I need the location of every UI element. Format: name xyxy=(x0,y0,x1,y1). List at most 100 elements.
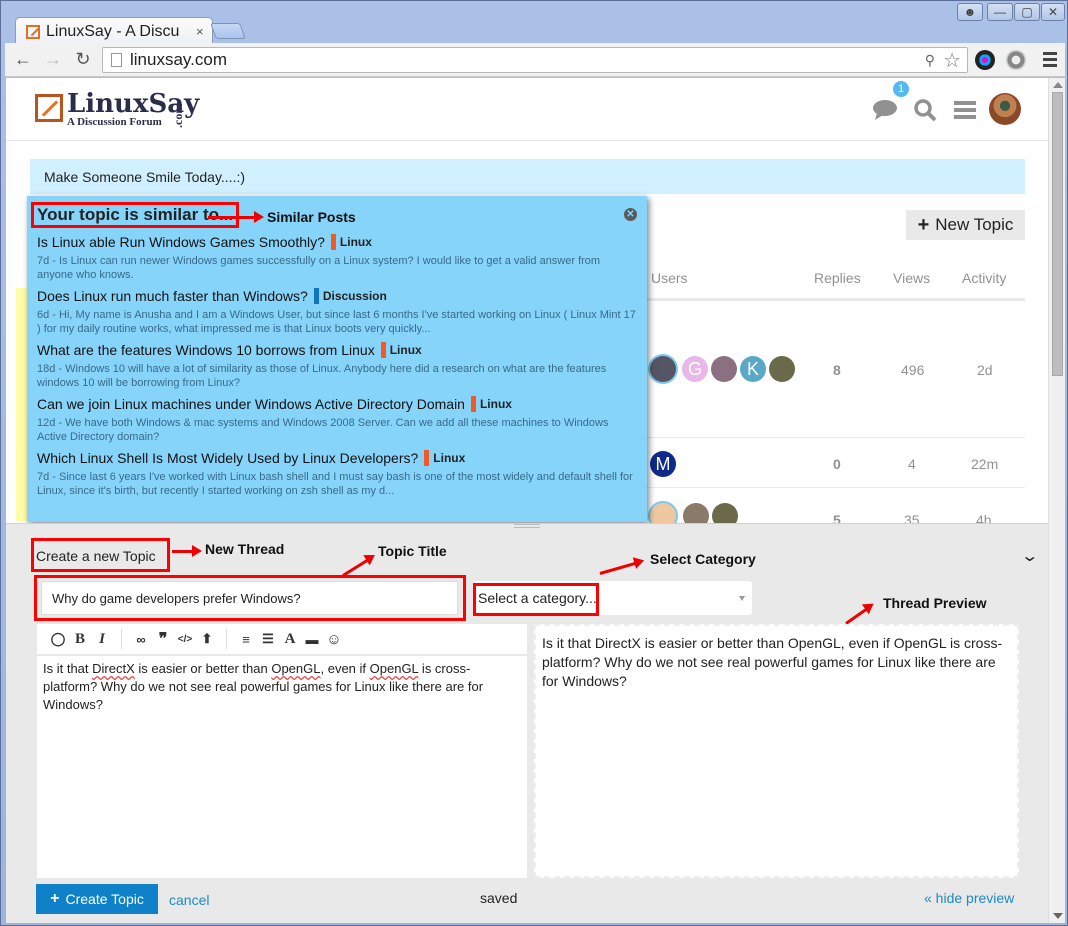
scroll-up-icon[interactable] xyxy=(1053,82,1063,88)
resize-grip[interactable] xyxy=(514,524,540,528)
annotation-arrow xyxy=(172,545,202,557)
user-avatar[interactable] xyxy=(769,356,795,382)
quote-icon[interactable]: ◯ xyxy=(47,631,69,647)
user-avatar[interactable] xyxy=(711,356,737,382)
similar-topic-item[interactable]: Does Linux run much faster than Windows?… xyxy=(37,288,637,336)
link-icon[interactable]: ∞ xyxy=(130,632,152,647)
maximize-button[interactable]: ▢ xyxy=(1014,3,1040,21)
user-avatar[interactable]: G xyxy=(682,356,708,382)
similar-topic-header: Is Linux able Run Windows Games Smoothly… xyxy=(37,234,637,250)
post-body-textarea[interactable]: Is it that DirectX is easier or better t… xyxy=(37,656,527,878)
search-icon[interactable] xyxy=(913,98,937,122)
column-views[interactable]: Views xyxy=(893,270,930,286)
blockquote-icon[interactable]: ❞ xyxy=(152,629,174,649)
italic-icon[interactable]: I xyxy=(91,631,113,648)
toolbar-separator xyxy=(226,629,227,649)
replies-count: 8 xyxy=(833,362,841,378)
category-color-bar xyxy=(330,234,336,250)
category-badge[interactable]: Linux xyxy=(340,235,372,249)
extension-camera-icon[interactable] xyxy=(975,50,995,70)
upload-icon[interactable]: ⬆ xyxy=(196,631,218,647)
similar-topic-item[interactable]: What are the features Windows 10 borrows… xyxy=(37,342,637,390)
composer-heading: Create a new Topic xyxy=(36,548,156,564)
similar-topic-excerpt: 6d - Hi, My name is Anusha and I am a Wi… xyxy=(37,309,636,335)
similar-topic-excerpt: 7d - Is Linux can run newer Windows game… xyxy=(37,255,601,281)
category-badge[interactable]: Linux xyxy=(433,451,465,465)
site-logo[interactable]: LinuxSay A Discussion Forum .com xyxy=(35,90,199,128)
browser-tab[interactable]: LinuxSay - A Discu × xyxy=(15,17,213,45)
chrome-menu-icon[interactable] xyxy=(1043,52,1057,70)
chat-bubble-icon[interactable] xyxy=(872,99,898,121)
annotation-topic-title: Topic Title xyxy=(378,543,447,559)
column-activity[interactable]: Activity xyxy=(962,270,1006,286)
minimize-button[interactable]: — xyxy=(987,3,1013,21)
similar-topic-title[interactable]: Does Linux run much faster than Windows? xyxy=(37,288,308,304)
body-text: is easier or better than xyxy=(134,661,272,676)
similar-topic-item[interactable]: Can we join Linux machines under Windows… xyxy=(37,396,637,444)
cancel-link[interactable]: cancel xyxy=(169,892,209,908)
plus-icon: + xyxy=(917,213,930,236)
tab-close-icon[interactable]: × xyxy=(196,24,204,39)
extension-film-icon[interactable] xyxy=(1006,50,1026,70)
profile-icon[interactable]: ☻ xyxy=(957,3,983,21)
horizontal-rule-icon[interactable]: ▬ xyxy=(301,632,323,647)
announcement-banner: Make Someone Smile Today....:) xyxy=(30,159,1025,194)
create-topic-button[interactable]: + Create Topic xyxy=(36,884,158,914)
page-content: LinuxSay A Discussion Forum .com 1 Make … xyxy=(6,78,1048,923)
page-scrollbar[interactable] xyxy=(1048,78,1065,923)
create-topic-label: Create Topic xyxy=(65,891,144,907)
close-window-button[interactable]: ✕ xyxy=(1041,3,1065,21)
activity-time[interactable]: 2d xyxy=(977,362,993,378)
category-color-bar xyxy=(380,342,386,358)
similar-topic-title[interactable]: Is Linux able Run Windows Games Smoothly… xyxy=(37,234,325,250)
misspelled-word: DirectX xyxy=(92,661,135,676)
column-users[interactable]: Users xyxy=(651,270,688,286)
user-avatar[interactable] xyxy=(650,356,676,382)
similar-topic-title[interactable]: Can we join Linux machines under Windows… xyxy=(37,396,465,412)
category-badge[interactable]: Linux xyxy=(480,397,512,411)
category-color-bar xyxy=(470,396,476,412)
post-preview: Is it that DirectX is easier or better t… xyxy=(534,624,1019,878)
bold-icon[interactable]: B xyxy=(69,631,91,648)
scroll-down-icon[interactable] xyxy=(1053,913,1063,919)
similar-topic-title[interactable]: What are the features Windows 10 borrows… xyxy=(37,342,375,358)
similar-topic-title[interactable]: Which Linux Shell Is Most Widely Used by… xyxy=(37,450,418,466)
bullet-list-icon[interactable]: ☰ xyxy=(257,631,279,647)
annotation-similar-posts: Similar Posts xyxy=(267,209,356,225)
category-badge[interactable]: Discussion xyxy=(323,289,387,303)
hide-preview-link[interactable]: « hide preview xyxy=(924,890,1014,906)
topic-composer: Create a new Topic New Thread Topic Titl… xyxy=(6,523,1048,923)
code-icon[interactable]: </> xyxy=(174,634,196,645)
ordered-list-icon[interactable]: ≡ xyxy=(235,632,257,647)
similar-topic-item[interactable]: Is Linux able Run Windows Games Smoothly… xyxy=(37,234,637,282)
collapse-chevron-icon[interactable]: ⌄ xyxy=(1020,546,1039,566)
logo-mark-icon xyxy=(35,94,63,122)
new-topic-button[interactable]: + New Topic xyxy=(906,210,1025,240)
reload-icon[interactable]: ↻ xyxy=(71,49,95,70)
user-avatar[interactable] xyxy=(989,93,1021,125)
scroll-thumb[interactable] xyxy=(1052,92,1063,376)
dropdown-arrow-icon xyxy=(739,596,745,601)
emoji-icon[interactable]: ☺ xyxy=(323,631,345,648)
views-count: 496 xyxy=(901,362,925,378)
topic-title-input[interactable] xyxy=(41,581,458,615)
user-avatar[interactable]: M xyxy=(650,451,676,477)
hamburger-menu-icon[interactable] xyxy=(954,100,976,120)
user-avatar[interactable]: K xyxy=(740,356,766,382)
address-bar[interactable]: linuxsay.com ⚲ ☆ xyxy=(102,47,968,73)
close-icon[interactable]: ✕ xyxy=(624,208,637,221)
forward-icon[interactable]: → xyxy=(41,49,65,70)
heading-icon[interactable]: A xyxy=(279,631,301,648)
tab-title: LinuxSay - A Discu xyxy=(46,22,180,40)
column-replies[interactable]: Replies xyxy=(814,270,861,286)
misspelled-word: OpenGL xyxy=(369,661,419,676)
similar-topic-item[interactable]: Which Linux Shell Is Most Widely Used by… xyxy=(37,450,637,498)
similar-topic-excerpt: 18d - Windows 10 will have a lot of simi… xyxy=(37,363,607,389)
activity-time[interactable]: 22m xyxy=(971,456,998,472)
new-tab-button[interactable] xyxy=(210,23,246,39)
key-icon[interactable]: ⚲ xyxy=(925,52,935,69)
notification-badge[interactable]: 1 xyxy=(893,81,909,97)
bookmark-star-icon[interactable]: ☆ xyxy=(943,48,961,73)
category-badge[interactable]: Linux xyxy=(390,343,422,357)
back-icon[interactable]: ← xyxy=(11,49,35,70)
